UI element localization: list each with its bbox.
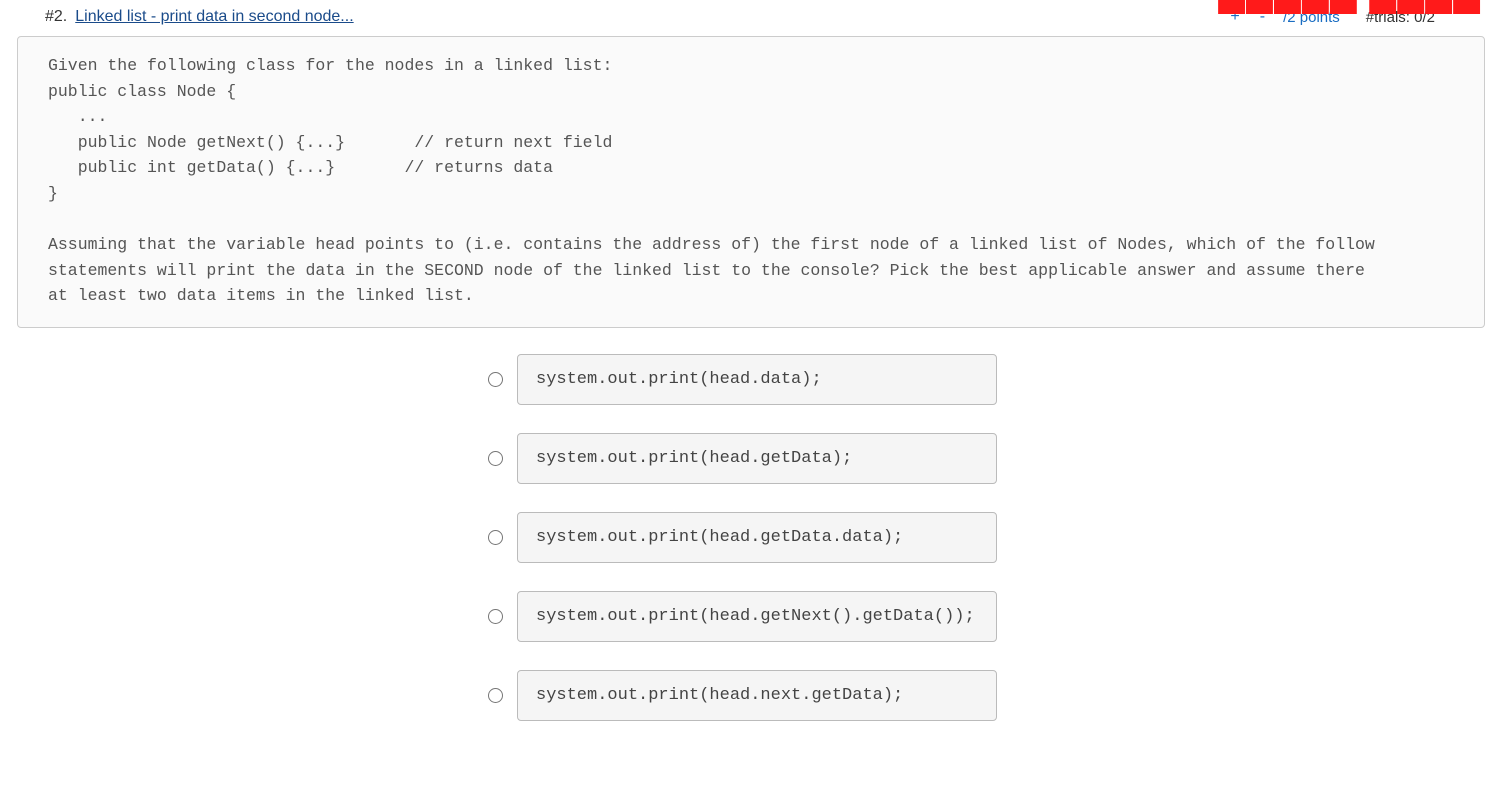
- question-title-link[interactable]: Linked list - print data in second node.…: [75, 8, 353, 26]
- question-prompt: Given the following class for the nodes …: [17, 36, 1485, 328]
- choice-text-5[interactable]: system.out.print(head.next.getData);: [517, 670, 997, 721]
- choice-row[interactable]: system.out.print(head.getData);: [488, 433, 997, 484]
- choice-text-2[interactable]: system.out.print(head.getData);: [517, 433, 997, 484]
- choice-row[interactable]: system.out.print(head.data);: [488, 354, 997, 405]
- question-number: #2.: [45, 8, 67, 26]
- choice-text-3[interactable]: system.out.print(head.getData.data);: [517, 512, 997, 563]
- answer-choices: system.out.print(head.data); system.out.…: [0, 354, 1485, 721]
- choice-radio-3[interactable]: [488, 530, 503, 545]
- choice-radio-2[interactable]: [488, 451, 503, 466]
- partial-red-text: █████ ████: [1218, 0, 1481, 14]
- choice-text-1[interactable]: system.out.print(head.data);: [517, 354, 997, 405]
- choice-row[interactable]: system.out.print(head.getData.data);: [488, 512, 997, 563]
- choice-radio-5[interactable]: [488, 688, 503, 703]
- choice-radio-1[interactable]: [488, 372, 503, 387]
- choice-row[interactable]: system.out.print(head.getNext().getData(…: [488, 591, 997, 642]
- choice-row[interactable]: system.out.print(head.next.getData);: [488, 670, 997, 721]
- choice-radio-4[interactable]: [488, 609, 503, 624]
- choice-text-4[interactable]: system.out.print(head.getNext().getData(…: [517, 591, 997, 642]
